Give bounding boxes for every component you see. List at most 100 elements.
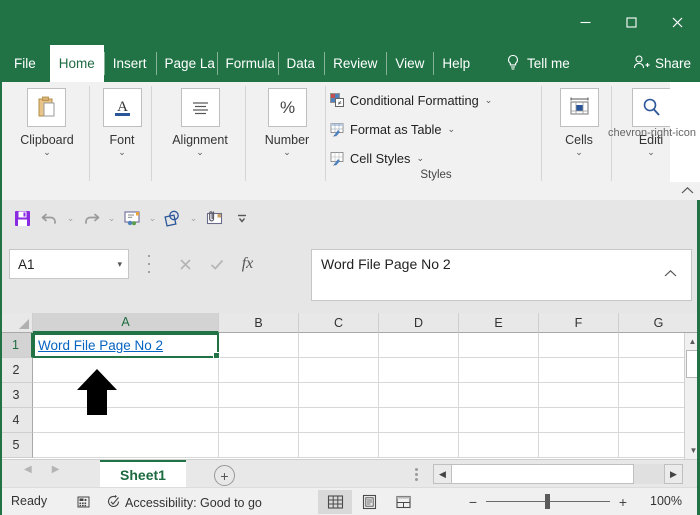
save-icon[interactable] [8, 205, 36, 231]
hscroll-right-icon[interactable]: ▶ [664, 464, 683, 484]
row-header-2[interactable]: 2 [0, 358, 33, 383]
cell-e3[interactable] [459, 383, 539, 408]
chevron-down-icon[interactable]: ⌄ [283, 148, 291, 156]
number-button[interactable]: % Number ⌄ [265, 82, 309, 156]
chevron-down-icon[interactable]: ⌄ [43, 148, 51, 156]
normal-view-icon[interactable] [318, 490, 352, 514]
chevron-down-icon[interactable]: ▾ [117, 259, 122, 270]
shapes-icon[interactable] [159, 205, 187, 231]
customize-qat-icon[interactable] [228, 205, 256, 231]
column-header-b[interactable]: B [219, 313, 299, 333]
sheet-next-icon[interactable]: ▶ [52, 464, 60, 475]
cell-a3[interactable] [33, 383, 219, 408]
cell-b3[interactable] [219, 383, 299, 408]
column-header-a[interactable]: A [33, 313, 219, 333]
cell-d2[interactable] [379, 358, 459, 383]
cell-c5[interactable] [299, 433, 379, 458]
cell-c3[interactable] [299, 383, 379, 408]
cell-f4[interactable] [539, 408, 619, 433]
chevron-down-icon[interactable]: ⌄ [416, 153, 424, 164]
cell-d1[interactable] [379, 333, 459, 358]
cell-b2[interactable] [219, 358, 299, 383]
chevron-down-icon[interactable]: ⌄ [575, 148, 583, 156]
format-as-table-button[interactable]: Format as Table ⌄ [330, 116, 492, 142]
page-layout-view-icon[interactable] [352, 490, 386, 514]
chevron-right-icon[interactable]: chevron-right-icon [608, 127, 696, 139]
chevron-down-icon[interactable]: ⌄ [118, 148, 126, 156]
cell-a1[interactable]: Word File Page No 2 [33, 333, 219, 358]
clipboard-button[interactable]: Clipboard ⌄ [20, 82, 74, 156]
mail-dropdown-icon[interactable]: ⌄ [146, 205, 159, 231]
zoom-level-label[interactable]: 100% [650, 494, 690, 508]
cell-e5[interactable] [459, 433, 539, 458]
zoom-slider[interactable] [486, 490, 610, 514]
redo-icon[interactable] [77, 205, 105, 231]
cell-e2[interactable] [459, 358, 539, 383]
cell-f2[interactable] [539, 358, 619, 383]
cell-a4[interactable] [33, 408, 219, 433]
cells-button[interactable]: Cells ⌄ [560, 82, 599, 156]
record-macro-icon[interactable] [74, 495, 90, 514]
cell-a2[interactable] [33, 358, 219, 383]
tab-file[interactable]: File [0, 45, 50, 82]
row-header-3[interactable]: 3 [0, 383, 33, 408]
cell-a1-hyperlink[interactable]: Word File Page No 2 [38, 338, 163, 353]
cell-d4[interactable] [379, 408, 459, 433]
name-box-resize-handle[interactable] [147, 255, 151, 273]
add-sheet-icon[interactable]: + [214, 465, 235, 486]
chevron-down-icon[interactable]: ⌄ [196, 148, 204, 156]
select-all-corner[interactable] [0, 313, 33, 333]
collapse-ribbon-icon[interactable] [681, 184, 694, 198]
tab-formulas[interactable]: Formula [217, 45, 278, 82]
cell-a5[interactable] [33, 433, 219, 458]
cell-f5[interactable] [539, 433, 619, 458]
row-header-4[interactable]: 4 [0, 408, 33, 433]
sheet-tab-sheet1[interactable]: Sheet1 [100, 460, 186, 488]
confirm-entry-icon[interactable] [201, 249, 232, 279]
name-box[interactable]: A1 ▾ [9, 249, 129, 279]
tab-help[interactable]: Help [433, 45, 479, 82]
cell-c1[interactable] [299, 333, 379, 358]
shapes-dropdown-icon[interactable]: ⌄ [187, 205, 200, 231]
cell-b1[interactable] [219, 333, 299, 358]
attach-file-icon[interactable] [200, 205, 228, 231]
tab-view[interactable]: View [386, 45, 433, 82]
tab-page-layout[interactable]: Page La [156, 45, 217, 82]
page-break-preview-icon[interactable] [386, 490, 420, 514]
tab-review[interactable]: Review [324, 45, 386, 82]
close-icon[interactable] [654, 7, 700, 39]
send-to-mail-recipient-icon[interactable] [118, 205, 146, 231]
cell-d3[interactable] [379, 383, 459, 408]
cell-c2[interactable] [299, 358, 379, 383]
sheet-prev-icon[interactable]: ◀ [24, 464, 32, 475]
cancel-entry-icon[interactable] [170, 249, 201, 279]
row-header-5[interactable]: 5 [0, 433, 33, 458]
cell-d5[interactable] [379, 433, 459, 458]
chevron-down-icon[interactable]: ⌄ [485, 95, 493, 106]
font-button[interactable]: A Font ⌄ [103, 82, 142, 156]
cell-c4[interactable] [299, 408, 379, 433]
cell-e1[interactable] [459, 333, 539, 358]
column-header-e[interactable]: E [459, 313, 539, 333]
redo-dropdown-icon[interactable]: ⌄ [105, 205, 118, 231]
cell-f1[interactable] [539, 333, 619, 358]
editing-button[interactable]: Editi ⌄ [632, 82, 671, 156]
chevron-down-icon[interactable]: ⌄ [647, 148, 655, 156]
minimize-icon[interactable] [562, 7, 608, 39]
cell-styles-button[interactable]: Cell Styles ⌄ [330, 145, 492, 171]
zoom-in-button[interactable]: + [610, 490, 636, 514]
accessibility-status[interactable]: Accessibility: Good to go [106, 494, 262, 512]
conditional-formatting-button[interactable]: ≠ Conditional Formatting ⌄ [330, 87, 492, 113]
cell-e4[interactable] [459, 408, 539, 433]
cell-b4[interactable] [219, 408, 299, 433]
tell-me-button[interactable]: Tell me [506, 45, 570, 82]
formula-input[interactable]: Word File Page No 2 [311, 249, 692, 301]
horizontal-scroll-thumb[interactable] [452, 464, 634, 484]
tab-data[interactable]: Data [278, 45, 325, 82]
tab-insert[interactable]: Insert [104, 45, 156, 82]
insert-function-icon[interactable]: fx [232, 249, 263, 279]
zoom-out-button[interactable]: − [460, 490, 486, 514]
column-header-f[interactable]: F [539, 313, 619, 333]
cell-f3[interactable] [539, 383, 619, 408]
share-button[interactable]: Share [633, 45, 691, 82]
